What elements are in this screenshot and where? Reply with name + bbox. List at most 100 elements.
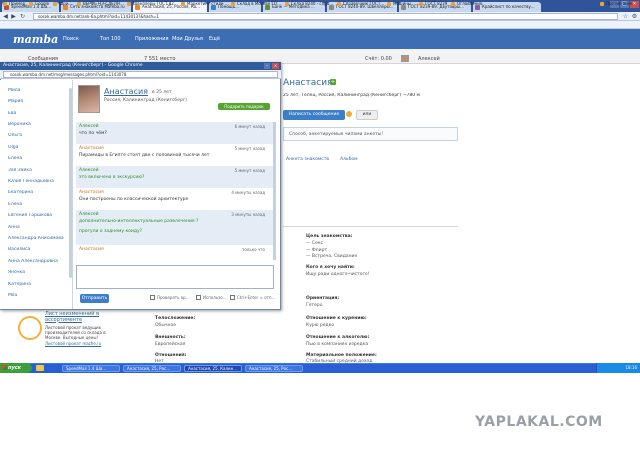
- site-logo[interactable]: mamba: [13, 33, 58, 46]
- watermark: YAPLAKAL.COM: [475, 414, 603, 430]
- contact-item[interactable]: Ольга: [8, 133, 70, 138]
- chat-avatar[interactable]: [78, 85, 100, 113]
- message-text: это включено в экскурсию?: [79, 175, 145, 180]
- message-scrollbar[interactable]: [273, 122, 276, 260]
- checkbox[interactable]: [196, 295, 201, 300]
- bookmark-item[interactable]: ВЕРФЬ НЭ-СДЕЛНУЮ: [77, 1, 125, 7]
- reload-icon[interactable]: ↻: [19, 13, 26, 20]
- field-label: Отношения:: [155, 353, 187, 358]
- contact-item[interactable]: Вероника: [8, 122, 70, 127]
- bookmark-item[interactable]: Справочник ГОСТ 8240: [337, 1, 385, 7]
- field-label: Телосложение:: [155, 316, 196, 321]
- bookmark-item[interactable]: Прочие закладки: [600, 1, 638, 7]
- contact-item[interactable]: Ева: [8, 111, 70, 116]
- tab-profile[interactable]: Анкета знакомств: [286, 157, 329, 162]
- balance[interactable]: Счёт: 0.00: [365, 56, 392, 62]
- field-value: Европейская: [155, 342, 186, 347]
- message-item: Анастасия 4 минуты назад Они построены п…: [76, 188, 273, 210]
- chat-partner-age: в 25 лет: [152, 90, 172, 95]
- bookmark-item[interactable]: Машины: [387, 1, 417, 7]
- contact-item[interactable]: Юлия Геннадьевна: [8, 179, 70, 184]
- contact-item[interactable]: Olga: [8, 145, 70, 150]
- contact-item[interactable]: Анна: [8, 225, 70, 230]
- contact-item[interactable]: Елена: [8, 202, 70, 207]
- spellcheck-option[interactable]: Проверять орфографию: [157, 295, 193, 300]
- gift-button[interactable]: Подарить подарок: [218, 103, 270, 110]
- write-message-button[interactable]: Написать сообщение: [283, 110, 345, 120]
- ctrl-enter-option[interactable]: Ctrl+Enter = отправить: [237, 295, 277, 300]
- contact-item[interactable]: Василиса: [8, 247, 70, 252]
- contact-item[interactable]: Катерина: [8, 282, 70, 287]
- ad-logo-icon[interactable]: [18, 316, 42, 340]
- ad-title[interactable]: Лист неизменений в ассортименте: [45, 311, 105, 323]
- contact-item[interactable]: Мила: [8, 88, 70, 93]
- field-label: Ориентация:: [306, 296, 340, 301]
- contact-item[interactable]: Евгения Горшкова: [8, 213, 70, 218]
- message-time: 4 минуты назад: [231, 190, 265, 195]
- taskbar-item[interactable]: SpeedMail 1.4 Ша...: [62, 365, 120, 372]
- status-field[interactable]: Способ, анкетируемые чипами анкеты!: [283, 127, 458, 141]
- start-button[interactable]: пуск: [0, 363, 32, 373]
- message-item: Алексей 5 минут назад это включено в экс…: [76, 166, 273, 188]
- contact-item[interactable]: Мария: [8, 99, 70, 104]
- bookmark-item[interactable]: Пример: [3, 1, 27, 7]
- nav-item[interactable]: Мои Друзья: [172, 36, 203, 42]
- message-text: что по чём?: [79, 131, 107, 136]
- chat-partner-name[interactable]: Анастасия: [104, 87, 148, 96]
- field-label: Цель знакомства:: [306, 234, 353, 239]
- contact-item[interactable]: Яночка: [8, 270, 70, 275]
- nav-item[interactable]: Топ 100: [100, 36, 121, 42]
- profile-name: Анастасия: [283, 78, 333, 88]
- bookmark-item[interactable]: Google: [29, 1, 51, 7]
- message-time: 5 минут назад: [234, 146, 265, 151]
- quicklaunch-icon[interactable]: [36, 365, 44, 371]
- message-input[interactable]: [76, 265, 274, 289]
- minimize-icon[interactable]: –: [264, 63, 270, 69]
- bookmark-item[interactable]: ГОСТ 8239: [419, 1, 449, 7]
- plus-icon[interactable]: +: [330, 79, 336, 85]
- field-value: Пью в компаниях изредка: [306, 342, 369, 347]
- current-user[interactable]: Алексей: [418, 56, 440, 62]
- checkbox[interactable]: [150, 295, 155, 300]
- bookmark-item[interactable]: Оглавление: [451, 1, 485, 7]
- wrench-icon[interactable]: ⚙: [631, 13, 638, 20]
- clock: 18:16: [625, 365, 637, 370]
- nav-item[interactable]: Поиск: [63, 36, 79, 42]
- contact-scrollbar[interactable]: [69, 88, 72, 278]
- bookmark-item[interactable]: Швеллеры ГОСТ 8240-89: [127, 1, 179, 7]
- send-button[interactable]: Отправить: [80, 294, 109, 303]
- contact-item[interactable]: Александра Анисимова: [8, 236, 70, 241]
- contact-item[interactable]: Елена: [8, 156, 70, 161]
- contact-item[interactable]: Зая Зайка: [8, 168, 70, 173]
- star-icon[interactable]: ☆: [622, 13, 629, 20]
- tab-album[interactable]: Альбом: [340, 157, 358, 162]
- message-item: Алексей 6 минут назад что по чём?: [76, 122, 273, 144]
- or-button[interactable]: или: [356, 110, 378, 120]
- nav-item-more[interactable]: Ещё: [209, 36, 220, 42]
- ad-link[interactable]: Листовой прокат mazhe.ru: [45, 341, 101, 346]
- close-icon[interactable]: ×: [272, 63, 279, 69]
- divider: [283, 226, 458, 227]
- bookmark-item[interactable]: Склад 8240 - справочник: [285, 1, 335, 7]
- checkbox[interactable]: [230, 295, 235, 300]
- avatar[interactable]: [401, 55, 409, 62]
- bookmark-item[interactable]: Склад в Москве ГОСТ 8240-89: [231, 1, 283, 7]
- url-input[interactable]: sosok.wamba.dm.net/ank-6a.phtml?oid=1143…: [33, 13, 618, 20]
- field-value: — Секс — Флирт — Встреча, Свидание: [306, 241, 358, 259]
- message-item: Алексей 3 минуты назад дополнительно-инт…: [76, 210, 273, 245]
- taskbar-item[interactable]: Анастасия, 25, Рос...: [123, 365, 181, 372]
- forward-icon[interactable]: ▶: [10, 13, 17, 20]
- taskbar-item[interactable]: Анастасия, 25, Рос...: [245, 365, 303, 372]
- contact-item[interactable]: Анна Александровна: [8, 259, 70, 264]
- contact-item[interactable]: Mila: [8, 293, 70, 298]
- use-option[interactable]: Использовать: [203, 295, 227, 300]
- back-icon[interactable]: ◀: [2, 13, 9, 20]
- bookmark-item[interactable]: Маркетинг стили в сети: [181, 1, 229, 7]
- contact-item[interactable]: Екатерина: [8, 190, 70, 195]
- taskbar-item-active[interactable]: Анастасия, 25, Калин...: [184, 365, 242, 372]
- field-label: Отношение к алкоголю:: [306, 335, 370, 340]
- bookmark-item[interactable]: Шрифты: [53, 1, 75, 7]
- chat-url-field[interactable]: sosok.wamba.dm.net/msg/messages.phtml?oi…: [3, 71, 278, 78]
- nav-item[interactable]: Приложения: [135, 36, 169, 42]
- smile-icon[interactable]: [346, 111, 352, 117]
